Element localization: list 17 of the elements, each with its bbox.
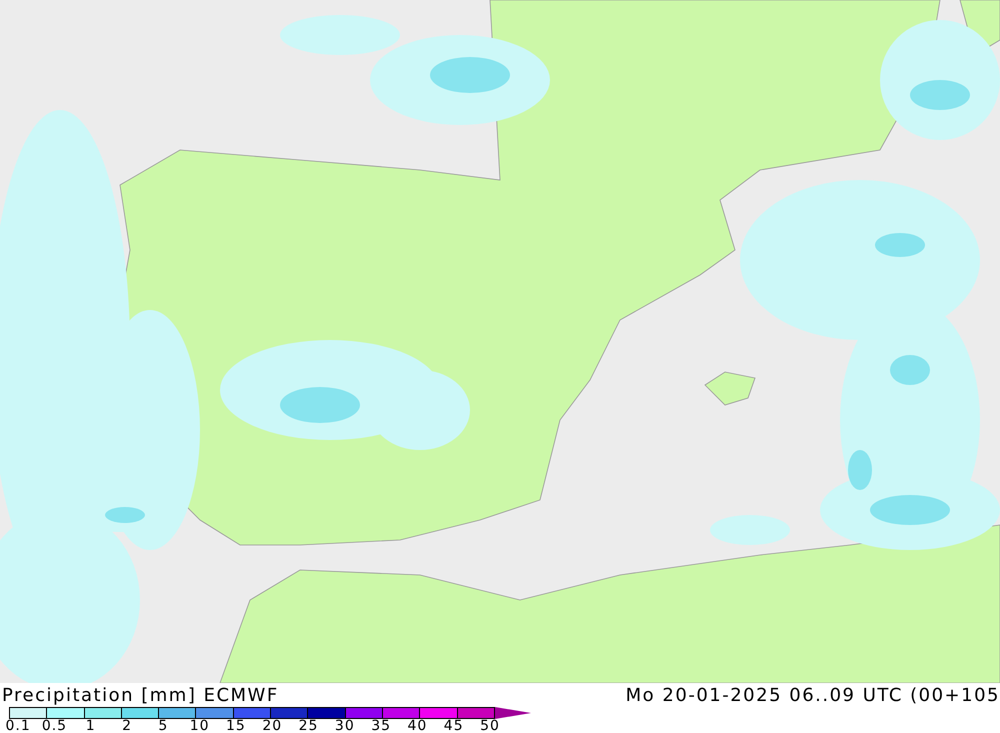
scale-label: 1 xyxy=(84,719,97,733)
scale-label: 50 xyxy=(479,719,501,733)
scale-label: 0.1 xyxy=(4,719,32,733)
scale-label: 40 xyxy=(406,719,428,733)
scale-label: 0.5 xyxy=(40,719,68,733)
scale-label: 45 xyxy=(442,719,465,733)
chart-title: Precipitation [mm] ECMWF xyxy=(2,684,279,706)
scale-label: 35 xyxy=(370,719,392,733)
scale-label: 10 xyxy=(188,719,211,733)
scale-label: 2 xyxy=(121,719,133,733)
scale-label: 25 xyxy=(298,719,320,733)
scale-label: 20 xyxy=(261,719,284,733)
scale-label: 5 xyxy=(157,719,170,733)
valid-time: Mo 20-01-2025 06..09 UTC (00+105 xyxy=(626,684,1000,706)
scale-label: 30 xyxy=(334,719,356,733)
scale-label: 15 xyxy=(225,719,247,733)
scale-arrow-icon xyxy=(494,707,531,719)
